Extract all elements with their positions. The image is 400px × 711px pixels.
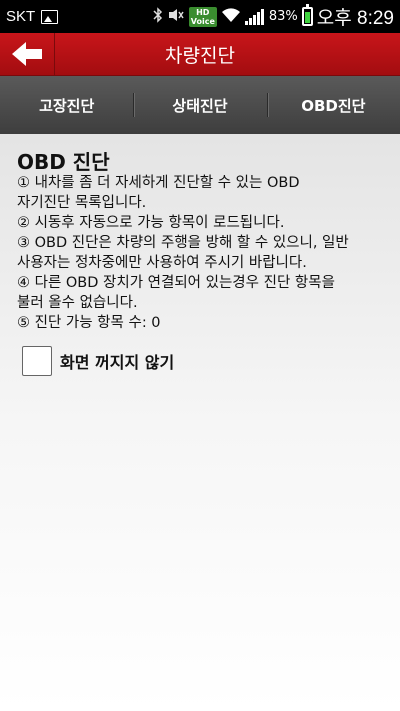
description-line: ② 시동후 자동으로 가능 항목이 로드됩니다. bbox=[17, 215, 285, 231]
title-bar: 차량진단 bbox=[0, 33, 400, 76]
signal-icon bbox=[244, 8, 265, 25]
description-line: ③ OBD 진단은 차량의 주행을 방해 할 수 있으니, 일반 bbox=[17, 235, 349, 251]
image-icon bbox=[41, 9, 59, 24]
description-line: ④ 다른 OBD 장치가 연결되어 있는경우 진단 항목을 bbox=[17, 275, 335, 291]
section-heading: OBD 진단 bbox=[17, 150, 110, 174]
tab-obd-diagnosis[interactable]: OBD진단 bbox=[266, 76, 400, 134]
hd-voice-bottom: Voice bbox=[190, 16, 215, 26]
page-title: 차량진단 bbox=[165, 44, 235, 67]
keep-screen-on-label: 화면 꺼지지 않기 bbox=[60, 353, 175, 372]
main-content: OBD 진단 ① 내차를 좀 더 자세하게 진단할 수 있는 OBD 자기진단 … bbox=[0, 134, 400, 711]
carrier-label: SKT bbox=[6, 8, 36, 25]
battery-icon bbox=[301, 4, 313, 26]
description-line: 자기진단 목록입니다. bbox=[17, 195, 147, 211]
battery-percent: 83% bbox=[268, 9, 298, 24]
description-line: 불러 올수 없습니다. bbox=[17, 295, 138, 311]
tab-bar: 고장진단 상태진단 OBD진단 bbox=[0, 76, 400, 134]
description-line: ⑤ 진단 가능 항목 수: 0 bbox=[17, 315, 161, 331]
bluetooth-icon bbox=[153, 6, 163, 27]
description-line: ① 내차를 좀 더 자세하게 진단할 수 있는 OBD bbox=[17, 175, 300, 191]
back-button[interactable] bbox=[0, 33, 55, 75]
keep-screen-on-option[interactable]: 화면 꺼지지 않기 bbox=[22, 346, 174, 376]
back-arrow-icon bbox=[12, 42, 42, 66]
hd-voice-icon: HD Voice bbox=[188, 6, 217, 27]
mute-icon bbox=[167, 7, 185, 27]
description-line: 사용자는 정차중에만 사용하여 주시기 바랍니다. bbox=[17, 255, 307, 271]
status-bar: SKT HD Voice 83% 오후 8:29 bbox=[0, 0, 400, 33]
keep-screen-on-checkbox[interactable] bbox=[22, 346, 52, 376]
description: ① 내차를 좀 더 자세하게 진단할 수 있는 OBD 자기진단 목록입니다. … bbox=[17, 173, 387, 333]
clock: 오후 8:29 bbox=[316, 8, 394, 29]
tab-status-diagnosis[interactable]: 상태진단 bbox=[133, 76, 266, 134]
wifi-icon bbox=[221, 7, 241, 27]
tab-fault-diagnosis[interactable]: 고장진단 bbox=[0, 76, 133, 134]
hd-voice-top: HD bbox=[196, 7, 210, 17]
